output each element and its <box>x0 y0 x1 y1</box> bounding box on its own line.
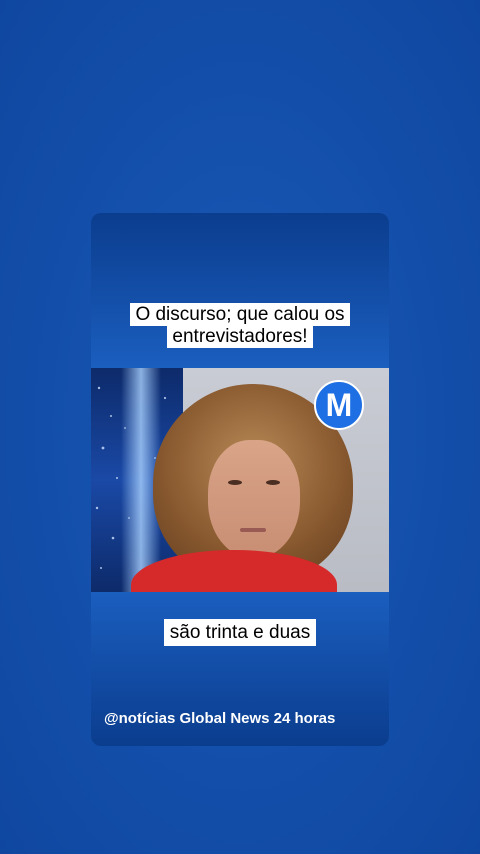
subtitle-text: são trinta e duas <box>163 619 317 646</box>
right-eye <box>266 480 280 485</box>
channel-logo-icon: M <box>314 380 364 430</box>
video-frame[interactable]: M <box>91 368 389 592</box>
headline-line-2: entrevistadores! <box>167 324 313 348</box>
headline-line-1: O discurso; que calou os <box>130 303 350 326</box>
headline: O discurso; que calou os entrevistadores… <box>91 303 389 348</box>
channel-watermark: @notícias Global News 24 horas <box>104 710 336 727</box>
presenter-face <box>208 440 300 558</box>
left-eye <box>228 480 242 485</box>
mouth <box>240 528 266 532</box>
subtitle: são trinta e duas <box>91 619 389 646</box>
video-card[interactable]: O discurso; que calou os entrevistadores… <box>91 213 389 746</box>
